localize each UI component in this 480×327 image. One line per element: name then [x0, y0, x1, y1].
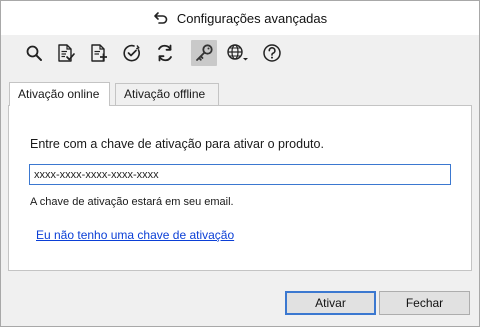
- title-bar: Configurações avançadas: [1, 1, 479, 35]
- document-check-icon[interactable]: [53, 40, 79, 66]
- activation-prompt: Entre com a chave de ativação para ativa…: [30, 137, 324, 151]
- activation-key-input[interactable]: [29, 164, 451, 185]
- tab-label: Ativação online: [18, 87, 100, 101]
- title-group: Configurações avançadas: [153, 11, 327, 26]
- tab-online-activation[interactable]: Ativação online: [9, 82, 110, 106]
- search-icon[interactable]: [21, 40, 47, 66]
- tab-label: Ativação offline: [124, 87, 206, 101]
- close-button[interactable]: Fechar: [379, 291, 470, 315]
- no-key-link[interactable]: Eu não tenho uma chave de ativação: [36, 228, 234, 242]
- key-icon[interactable]: [191, 40, 217, 66]
- toolbar: [1, 35, 479, 73]
- activate-button[interactable]: Ativar: [285, 291, 376, 315]
- dialog-window: Configurações avançadas Ativação online …: [0, 0, 480, 327]
- window-title: Configurações avançadas: [176, 10, 328, 26]
- tab-offline-activation[interactable]: Ativação offline: [115, 83, 219, 106]
- document-add-icon[interactable]: [86, 40, 112, 66]
- back-arrow-icon[interactable]: [153, 11, 169, 25]
- refresh-icon[interactable]: [152, 40, 178, 66]
- clock-check-icon[interactable]: [119, 40, 145, 66]
- help-icon[interactable]: [259, 40, 285, 66]
- activation-hint: A chave de ativação estará em seu email.: [30, 196, 234, 208]
- globe-dropdown-icon[interactable]: [225, 40, 251, 66]
- tab-panel: Entre com a chave de ativação para ativa…: [8, 105, 472, 271]
